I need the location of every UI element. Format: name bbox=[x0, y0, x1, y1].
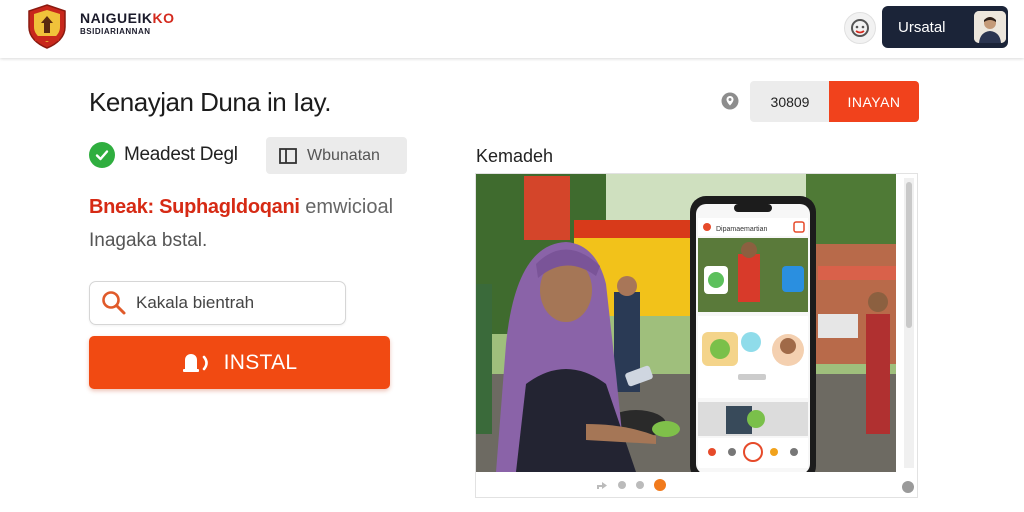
help-face-icon bbox=[851, 19, 869, 37]
carousel-dot-active[interactable] bbox=[654, 479, 666, 491]
location-pin-icon[interactable] bbox=[720, 91, 740, 111]
top-action-button[interactable]: INAYAN bbox=[829, 81, 919, 122]
bell-icon bbox=[182, 353, 208, 372]
brand-name: NAIGUEIK bbox=[80, 10, 153, 26]
preview-scrollbar[interactable] bbox=[904, 178, 914, 468]
help-button[interactable] bbox=[844, 12, 876, 44]
brand-name-accent: KO bbox=[152, 10, 175, 26]
preview-photo[interactable]: Dipamaemartian bbox=[476, 174, 896, 472]
preview-label: Kemadeh bbox=[476, 146, 554, 166]
carousel-dot[interactable] bbox=[636, 481, 644, 489]
promo-subtext: Inagaka bstal. bbox=[89, 230, 208, 251]
avatar bbox=[974, 11, 1006, 43]
install-button[interactable]: INSTAL bbox=[89, 336, 390, 389]
phone-header-text: Dipamaemartian bbox=[716, 226, 767, 233]
garuda-emblem-logo[interactable] bbox=[25, 3, 69, 49]
promo-highlight: Bneak: Suphagldoqani bbox=[89, 196, 300, 218]
page-title: Kenayjan Duna in Iay. bbox=[89, 87, 331, 117]
preview-carousel: Dipamaemartian bbox=[475, 173, 918, 498]
website-label: Wbunatan bbox=[307, 146, 380, 164]
carousel-dots bbox=[596, 479, 666, 491]
search-icon bbox=[102, 291, 126, 315]
promo-suffix: emwicioal bbox=[305, 196, 394, 218]
user-name: Ursatal bbox=[898, 19, 946, 36]
brand-subtitle: BSIDIARIANNAN bbox=[80, 27, 151, 36]
search-field[interactable] bbox=[89, 281, 346, 325]
count-chip[interactable]: 30809 bbox=[750, 81, 830, 122]
carousel-dot[interactable] bbox=[618, 481, 626, 489]
brand-wordmark[interactable]: NAIGUEIKKO BSIDIARIANNAN bbox=[80, 10, 174, 36]
verified-label: Meadest Degl bbox=[124, 144, 238, 165]
verified-row: Meadest Degl bbox=[89, 140, 238, 170]
website-button[interactable]: Wbunatan bbox=[266, 137, 407, 174]
search-input[interactable] bbox=[136, 293, 336, 313]
share-icon[interactable] bbox=[596, 480, 608, 490]
top-navigation-bar: NAIGUEIKKO BSIDIARIANNAN Ursatal bbox=[0, 0, 1024, 58]
verified-check-icon bbox=[89, 142, 115, 168]
book-icon bbox=[279, 147, 297, 164]
install-label: INSTAL bbox=[223, 350, 298, 374]
expand-icon[interactable] bbox=[902, 481, 914, 493]
user-account-button[interactable]: Ursatal bbox=[882, 6, 1008, 48]
promo-headline: Bneak: Suphagldoqani emwicioal bbox=[89, 196, 393, 219]
scrollbar-thumb[interactable] bbox=[906, 182, 912, 328]
